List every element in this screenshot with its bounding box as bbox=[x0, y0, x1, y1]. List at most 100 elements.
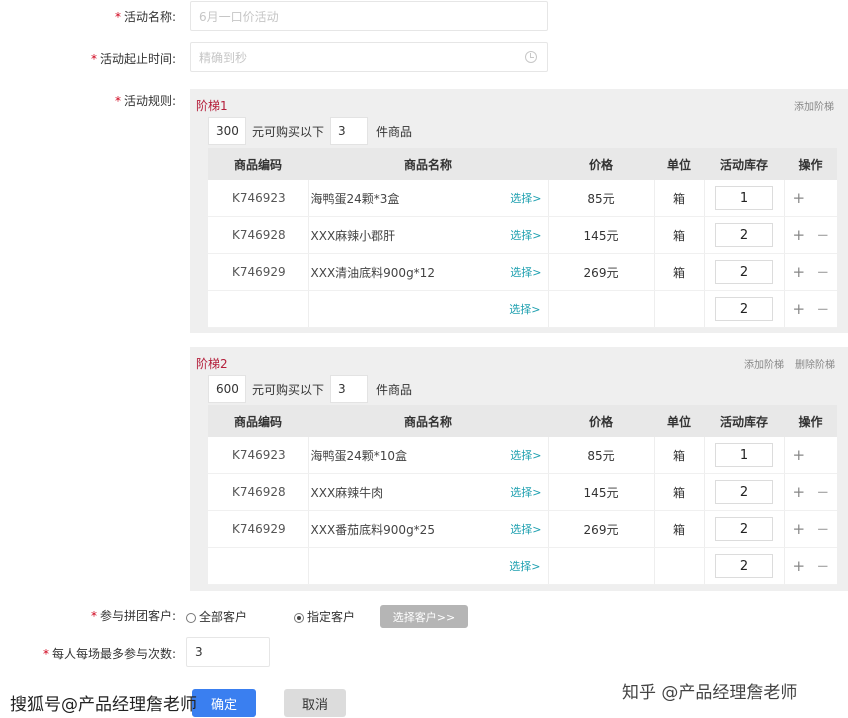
header-unit: 单位 bbox=[654, 148, 704, 180]
radio-icon bbox=[294, 612, 304, 623]
minus-icon[interactable]: − bbox=[815, 263, 831, 281]
customers-label: * 参与拼团客户: bbox=[90, 609, 176, 623]
header-stock: 活动库存 bbox=[704, 405, 784, 437]
product-unit: 箱 bbox=[653, 473, 704, 511]
header-price: 价格 bbox=[548, 148, 654, 180]
product-unit: 箱 bbox=[653, 180, 704, 217]
stock-input[interactable]: 2 bbox=[715, 260, 773, 284]
add-tier-link-1[interactable]: 添加阶梯 bbox=[794, 98, 834, 113]
radio-specified-customers[interactable]: 指定客户 bbox=[294, 608, 355, 625]
product-code bbox=[208, 547, 308, 585]
tier-rule-suffix-2: 件商品 bbox=[376, 382, 413, 397]
select-product-link[interactable]: 选择> bbox=[510, 190, 541, 206]
product-code bbox=[208, 290, 308, 328]
ops-cell: + − bbox=[783, 547, 837, 585]
stock-input[interactable]: 1 bbox=[715, 443, 773, 467]
minus-icon[interactable]: − bbox=[815, 483, 831, 501]
tier-title-2: 阶梯2 bbox=[196, 357, 228, 371]
minus-icon[interactable]: − bbox=[815, 226, 831, 244]
product-code: K746928 bbox=[208, 216, 308, 254]
max-times-input[interactable]: 3 bbox=[186, 637, 270, 667]
select-product-link[interactable]: 选择> bbox=[510, 484, 541, 500]
activity-time-input[interactable]: 精确到秒 bbox=[190, 42, 548, 72]
select-product-link[interactable]: 选择> bbox=[311, 301, 547, 317]
plus-icon[interactable]: + bbox=[791, 263, 807, 281]
header-stock: 活动库存 bbox=[704, 148, 784, 180]
stock-cell: 2 bbox=[703, 547, 784, 585]
radio-all-customers[interactable]: 全部客户 bbox=[186, 608, 247, 625]
stock-input[interactable]: 2 bbox=[715, 554, 773, 578]
ops-cell: + − bbox=[783, 216, 837, 254]
stock-cell: 1 bbox=[703, 437, 784, 474]
product-name-cell: 选择> bbox=[307, 290, 548, 328]
add-tier-link-2[interactable]: 添加阶梯 bbox=[744, 356, 784, 371]
tier-quantity-input-2[interactable]: 3 bbox=[330, 375, 369, 403]
ops-cell: + − bbox=[783, 290, 837, 328]
product-price bbox=[547, 290, 654, 328]
plus-icon[interactable]: + bbox=[791, 446, 807, 464]
select-customers-button[interactable]: 选择客户>> bbox=[380, 605, 468, 628]
product-unit bbox=[653, 290, 704, 328]
plus-icon[interactable]: + bbox=[791, 520, 807, 538]
header-name: 商品名称 bbox=[308, 405, 548, 437]
table-row: K746929 XXX清油底料900g*12 选择> 269元 箱 2 + − bbox=[208, 253, 837, 291]
tier-title-1: 阶梯1 bbox=[196, 99, 228, 113]
stock-input[interactable]: 2 bbox=[715, 517, 773, 541]
product-table-1: 商品编码 商品名称 价格 单位 活动库存 操作 K746923 海鸭蛋24颗*3… bbox=[208, 148, 837, 328]
table-row: K746928 XXX麻辣小郡肝 选择> 145元 箱 2 + − bbox=[208, 216, 837, 254]
table-header-row: 商品编码 商品名称 价格 单位 活动库存 操作 bbox=[208, 405, 837, 437]
radio-icon bbox=[186, 612, 196, 623]
watermark-left: 搜狐号@产品经理詹老师 bbox=[10, 695, 197, 715]
tier-rule-text-2: 元可购买以下 bbox=[252, 382, 325, 397]
product-price: 85元 bbox=[547, 437, 654, 474]
stock-input[interactable]: 2 bbox=[715, 223, 773, 247]
header-ops: 操作 bbox=[784, 405, 837, 437]
select-product-link[interactable]: 选择> bbox=[510, 521, 541, 537]
product-name: 海鸭蛋24颗*10盒 bbox=[310, 448, 408, 463]
confirm-button[interactable]: 确定 bbox=[192, 689, 256, 717]
plus-icon[interactable]: + bbox=[791, 300, 807, 318]
tier-rule-2: 600 元可购买以下 3 件商品 bbox=[208, 375, 412, 403]
select-product-link[interactable]: 选择> bbox=[510, 264, 541, 280]
watermark-right: 知乎 @产品经理詹老师 bbox=[622, 683, 798, 703]
stock-input[interactable]: 2 bbox=[715, 297, 773, 321]
product-name: XXX麻辣牛肉 bbox=[310, 485, 384, 500]
select-product-link[interactable]: 选择> bbox=[311, 558, 547, 574]
table-row: 选择> 2 + − bbox=[208, 290, 837, 328]
header-name: 商品名称 bbox=[308, 148, 548, 180]
ops-cell: + bbox=[783, 437, 837, 474]
stock-cell: 2 bbox=[703, 253, 784, 291]
header-code: 商品编码 bbox=[208, 405, 308, 437]
cancel-button[interactable]: 取消 bbox=[284, 689, 346, 717]
product-price bbox=[547, 547, 654, 585]
activity-name-label: * 活动名称: bbox=[114, 10, 176, 24]
select-product-link[interactable]: 选择> bbox=[510, 447, 541, 463]
stock-cell: 2 bbox=[703, 510, 784, 548]
tier-amount-input-2[interactable]: 600 bbox=[208, 375, 246, 403]
stock-input[interactable]: 2 bbox=[715, 480, 773, 504]
activity-name-input[interactable]: 6月一口价活动 bbox=[190, 1, 548, 31]
minus-icon[interactable]: − bbox=[815, 557, 831, 575]
tier-amount-input-1[interactable]: 300 bbox=[208, 117, 246, 145]
product-price: 269元 bbox=[547, 510, 654, 548]
product-name-cell: 海鸭蛋24颗*10盒 选择> bbox=[307, 437, 548, 474]
delete-tier-link-2[interactable]: 删除阶梯 bbox=[795, 356, 835, 371]
plus-icon[interactable]: + bbox=[791, 226, 807, 244]
minus-icon[interactable]: − bbox=[815, 520, 831, 538]
activity-time-placeholder: 精确到秒 bbox=[199, 50, 248, 65]
clock-icon[interactable] bbox=[525, 51, 537, 63]
minus-icon[interactable]: − bbox=[815, 300, 831, 318]
tier-rule-suffix-1: 件商品 bbox=[376, 124, 413, 139]
stock-input[interactable]: 1 bbox=[715, 186, 773, 210]
plus-icon[interactable]: + bbox=[791, 483, 807, 501]
table-header-row: 商品编码 商品名称 价格 单位 活动库存 操作 bbox=[208, 148, 837, 180]
product-price: 85元 bbox=[547, 180, 654, 217]
header-ops: 操作 bbox=[784, 148, 837, 180]
tier-quantity-input-1[interactable]: 3 bbox=[330, 117, 369, 145]
table-row: 选择> 2 + − bbox=[208, 547, 837, 585]
plus-icon[interactable]: + bbox=[791, 557, 807, 575]
ops-cell: + bbox=[783, 180, 837, 217]
plus-icon[interactable]: + bbox=[791, 189, 807, 207]
select-product-link[interactable]: 选择> bbox=[510, 227, 541, 243]
product-unit: 箱 bbox=[653, 253, 704, 291]
